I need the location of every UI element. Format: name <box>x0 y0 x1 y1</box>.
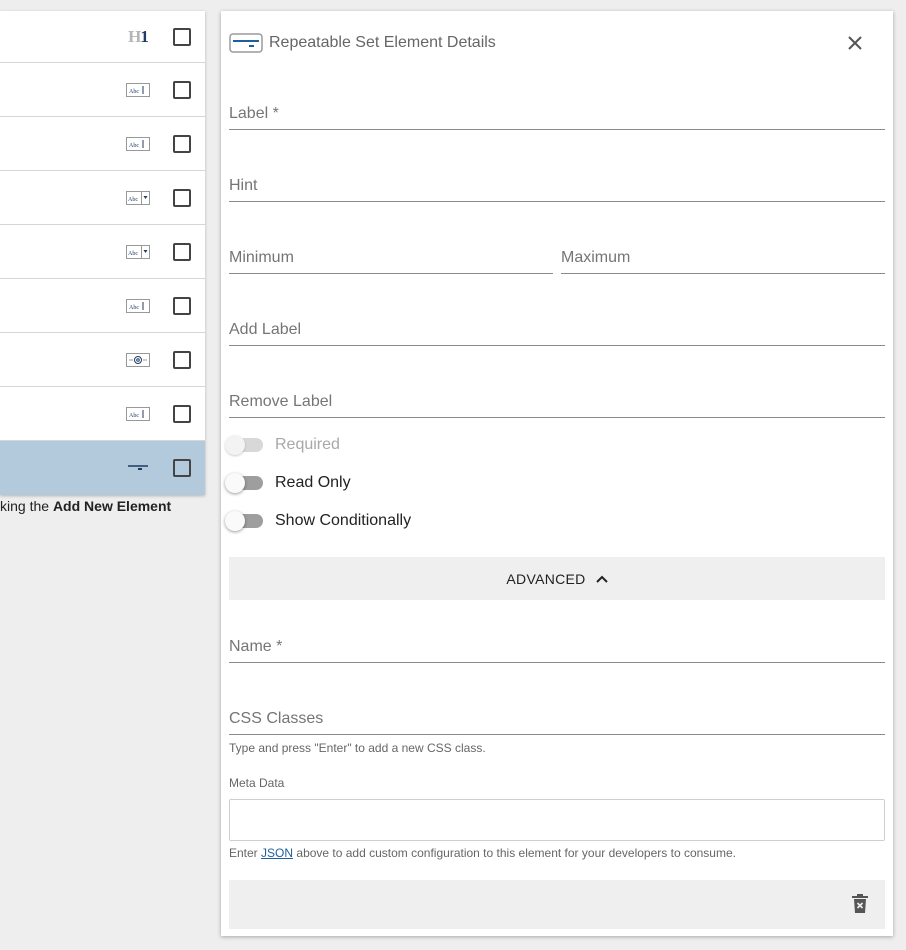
required-toggle[interactable]: Required <box>225 435 340 455</box>
hint-prefix: king the <box>0 498 50 514</box>
read-only-toggle[interactable]: Read Only <box>225 473 351 493</box>
label-field[interactable]: Label * <box>229 98 885 130</box>
minimum-field[interactable]: Minimum <box>229 242 553 274</box>
close-icon[interactable] <box>843 31 867 55</box>
read-only-toggle-label: Read Only <box>275 474 351 491</box>
list-item[interactable]: Abc <box>0 387 205 441</box>
text-field-icon: Abc <box>125 82 151 98</box>
list-item[interactable]: Abc <box>0 279 205 333</box>
row-checkbox[interactable] <box>173 188 191 207</box>
read-only-switch[interactable] <box>225 473 263 493</box>
text-field-icon: Abc <box>125 298 151 314</box>
show-conditionally-toggle-label: Show Conditionally <box>275 512 412 529</box>
meta-hint-suffix: above to add custom configuration to thi… <box>296 846 736 860</box>
name-field[interactable]: Name * <box>229 631 885 663</box>
minimum-field-label: Minimum <box>229 249 294 266</box>
hint-field[interactable]: Hint <box>229 170 885 202</box>
remove-label-field-label: Remove Label <box>229 393 333 410</box>
hint-bold: Add New Element <box>52 498 172 514</box>
delete-icon[interactable] <box>851 894 869 914</box>
css-classes-field-label: CSS Classes <box>229 710 324 727</box>
svg-text:Abc: Abc <box>128 197 138 203</box>
row-checkbox[interactable] <box>173 459 191 477</box>
svg-text:Abc: Abc <box>129 89 139 95</box>
list-item-selected[interactable] <box>0 441 205 495</box>
list-item[interactable]: H1 <box>0 11 205 63</box>
add-label-field-label: Add Label <box>229 321 302 338</box>
add-element-hint: king the Add New Element <box>0 498 171 514</box>
text-field-icon: Abc <box>125 406 151 422</box>
remove-label-field[interactable]: Remove Label <box>229 386 885 418</box>
svg-text:Abc: Abc <box>129 305 139 311</box>
row-checkbox[interactable] <box>173 242 191 261</box>
element-details-panel: Repeatable Set Element Details Label * H… <box>221 11 893 936</box>
element-list: H1 Abc Abc Abc Abc Abc Abc <box>0 11 205 495</box>
email-field-icon <box>125 352 151 368</box>
list-item[interactable]: Abc <box>0 171 205 225</box>
label-field-label: Label * <box>229 105 279 122</box>
svg-text:Abc: Abc <box>129 413 139 419</box>
maximum-field-label: Maximum <box>561 249 631 266</box>
row-checkbox[interactable] <box>173 350 191 369</box>
list-item[interactable]: Abc <box>0 117 205 171</box>
row-checkbox[interactable] <box>173 404 191 423</box>
panel-header: Repeatable Set Element Details <box>229 31 885 55</box>
row-checkbox[interactable] <box>173 80 191 99</box>
meta-data-hint: Enter JSON above to add custom configura… <box>229 846 736 860</box>
list-item[interactable]: Abc <box>0 63 205 117</box>
advanced-label: ADVANCED <box>506 570 586 587</box>
css-classes-hint: Type and press "Enter" to add a new CSS … <box>229 741 486 755</box>
chevron-up-icon <box>595 575 608 583</box>
row-checkbox[interactable] <box>173 27 191 46</box>
hint-field-label: Hint <box>229 177 258 194</box>
required-toggle-label: Required <box>275 436 340 453</box>
show-conditionally-switch[interactable] <box>225 511 263 531</box>
svg-text:Abc: Abc <box>128 251 138 257</box>
text-field-icon: Abc <box>125 136 151 152</box>
show-conditionally-toggle[interactable]: Show Conditionally <box>225 511 412 531</box>
row-checkbox[interactable] <box>173 296 191 315</box>
row-checkbox[interactable] <box>173 134 191 153</box>
list-item[interactable]: Abc <box>0 225 205 279</box>
add-label-field[interactable]: Add Label <box>229 314 885 346</box>
name-field-label: Name * <box>229 638 283 655</box>
svg-text:Abc: Abc <box>129 143 139 149</box>
panel-title: Repeatable Set Element Details <box>269 34 496 51</box>
panel-footer <box>229 880 885 929</box>
maximum-field[interactable]: Maximum <box>561 242 885 274</box>
meta-hint-prefix: Enter <box>229 846 258 860</box>
repeatable-set-icon <box>125 460 151 476</box>
meta-data-input[interactable] <box>229 799 885 841</box>
dropdown-field-icon: Abc <box>125 190 151 206</box>
json-link[interactable]: JSON <box>261 846 293 860</box>
meta-data-label: Meta Data <box>229 776 285 790</box>
repeatable-set-icon <box>229 33 263 53</box>
css-classes-field[interactable]: CSS Classes <box>229 703 885 735</box>
required-switch[interactable] <box>225 435 263 455</box>
list-item[interactable] <box>0 333 205 387</box>
advanced-toggle-button[interactable]: ADVANCED <box>229 557 885 600</box>
dropdown-field-icon: Abc <box>125 244 151 260</box>
heading-h1-icon: H1 <box>128 26 149 46</box>
